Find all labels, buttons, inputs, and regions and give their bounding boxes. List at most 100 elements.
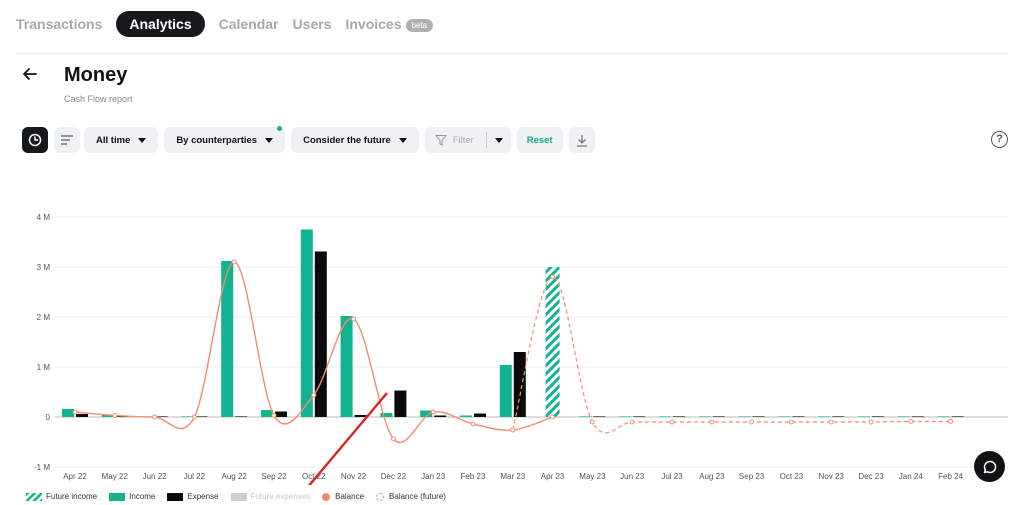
filter-field[interactable]: Filter <box>425 134 474 146</box>
balance-future-point <box>669 419 675 425</box>
x-tick-label: Apr 23 <box>541 472 565 481</box>
legend-future-income[interactable]: Future income <box>26 492 97 501</box>
y-tick-label: 4 M <box>37 213 51 222</box>
tab-analytics[interactable]: Analytics <box>116 11 205 37</box>
x-tick-label: May 23 <box>579 472 606 481</box>
tab-invoices-label: Invoices <box>345 16 402 32</box>
balance-future-point <box>589 419 595 425</box>
x-tick-label: Aug 22 <box>222 472 248 481</box>
filter-control[interactable]: Filter <box>424 127 511 153</box>
balance-future-swatch <box>376 492 385 501</box>
balance-future-point <box>788 419 794 425</box>
y-tick-label: 1 M <box>37 363 51 372</box>
legend-label: Expense <box>187 492 219 501</box>
balance-future-point <box>550 274 556 280</box>
balance-point <box>72 409 78 415</box>
x-tick-label: Mar 23 <box>500 472 525 481</box>
y-tick-label: 0 <box>46 413 51 422</box>
list-icon <box>61 135 73 145</box>
tab-transactions[interactable]: Transactions <box>16 11 102 37</box>
balance-future-point <box>948 419 954 424</box>
chart-view-button[interactable] <box>22 127 48 153</box>
download-button[interactable] <box>568 127 595 153</box>
top-nav: Transactions Analytics Calendar Users In… <box>16 11 447 37</box>
x-tick-label: Apr 22 <box>63 472 87 481</box>
x-tick-label: Sep 22 <box>261 472 287 481</box>
legend-label: Balance (future) <box>389 492 446 501</box>
list-view-button[interactable] <box>54 127 80 153</box>
income-bar <box>778 416 791 417</box>
balance-future-point <box>908 419 914 424</box>
future-expense-swatch <box>230 492 247 501</box>
balance-point <box>271 413 277 418</box>
balance-future-line <box>512 276 951 434</box>
expense-bar <box>275 411 287 417</box>
page-title: Money <box>64 64 128 86</box>
income-bar <box>619 416 632 417</box>
page-subtitle: Cash Flow report <box>64 94 133 104</box>
expense-bar <box>792 416 805 417</box>
expense-bar <box>712 416 725 417</box>
x-tick-label: Feb 24 <box>938 472 963 481</box>
legend-future-expenses[interactable]: Future expenses <box>230 492 310 501</box>
balance-point <box>351 316 357 322</box>
legend-balance[interactable]: Balance <box>322 492 364 501</box>
chat-button[interactable] <box>974 451 1005 482</box>
x-tick-label: Nov 22 <box>341 472 367 481</box>
legend-expense[interactable]: Expense <box>167 492 219 501</box>
legend-income[interactable]: Income <box>109 492 155 501</box>
x-tick-label: Jan 23 <box>421 472 446 481</box>
reset-button[interactable]: Reset <box>516 127 563 153</box>
period-dropdown[interactable]: All time <box>84 127 159 153</box>
caret-down-icon <box>398 137 407 143</box>
expense-bar <box>633 416 646 417</box>
y-tick-label: -1 M <box>34 463 50 472</box>
future-dropdown[interactable]: Consider the future <box>291 127 419 153</box>
balance-point <box>112 413 118 418</box>
caret-down-icon <box>265 137 274 143</box>
tab-calendar[interactable]: Calendar <box>219 11 279 37</box>
grouping-dropdown[interactable]: By counterparties <box>164 126 286 153</box>
download-icon <box>576 134 587 147</box>
balance-point <box>231 259 237 265</box>
y-tick-label: 3 M <box>37 263 51 272</box>
income-bar <box>579 416 592 417</box>
income-bar <box>499 365 512 417</box>
legend-balance-future[interactable]: Balance (future) <box>376 492 446 501</box>
x-tick-label: Jul 23 <box>661 472 683 481</box>
toolbar: All time By counterparties Consider the … <box>22 126 601 153</box>
income-bar <box>858 416 870 417</box>
x-tick-label: Sep 23 <box>739 472 765 481</box>
balance-future-point <box>709 419 715 425</box>
balance-future-point <box>828 419 834 425</box>
balance-point <box>550 414 556 420</box>
arrow-left-icon[interactable] <box>22 66 38 87</box>
x-tick-label: Jan 24 <box>899 472 924 481</box>
cash-flow-chart: 4 M 3 M 2 M 1 M 0 -1 M Apr 22 May 22 Jun 22 Jul 2… <box>34 213 1008 485</box>
balance-future-point <box>510 427 516 433</box>
income-bar <box>897 416 910 417</box>
expense-bar <box>832 416 845 417</box>
x-tick-label: Jun 23 <box>620 472 645 481</box>
balance-future-point <box>629 419 635 425</box>
tab-invoices[interactable]: Invoices beta <box>345 11 434 37</box>
expense-bar <box>434 415 447 417</box>
income-bar <box>221 261 234 417</box>
expense-bar <box>394 390 407 417</box>
future-income-bar <box>545 267 560 417</box>
balance-point <box>152 414 158 420</box>
income-bar <box>380 413 393 417</box>
period-label: All time <box>96 134 131 146</box>
balance-point <box>311 392 317 398</box>
caret-down-icon[interactable] <box>494 137 503 143</box>
expense-bar <box>235 416 248 417</box>
help-icon[interactable]: ? <box>991 131 1008 148</box>
filter-separator <box>485 132 487 148</box>
income-bar <box>818 416 831 417</box>
balance-future-point <box>868 419 874 425</box>
tab-users[interactable]: Users <box>293 11 332 37</box>
balance-point <box>470 421 476 427</box>
chart-legend: Future income Income Expense Future expe… <box>26 492 458 501</box>
expense-bar <box>354 415 367 417</box>
expense-bar <box>314 251 327 417</box>
